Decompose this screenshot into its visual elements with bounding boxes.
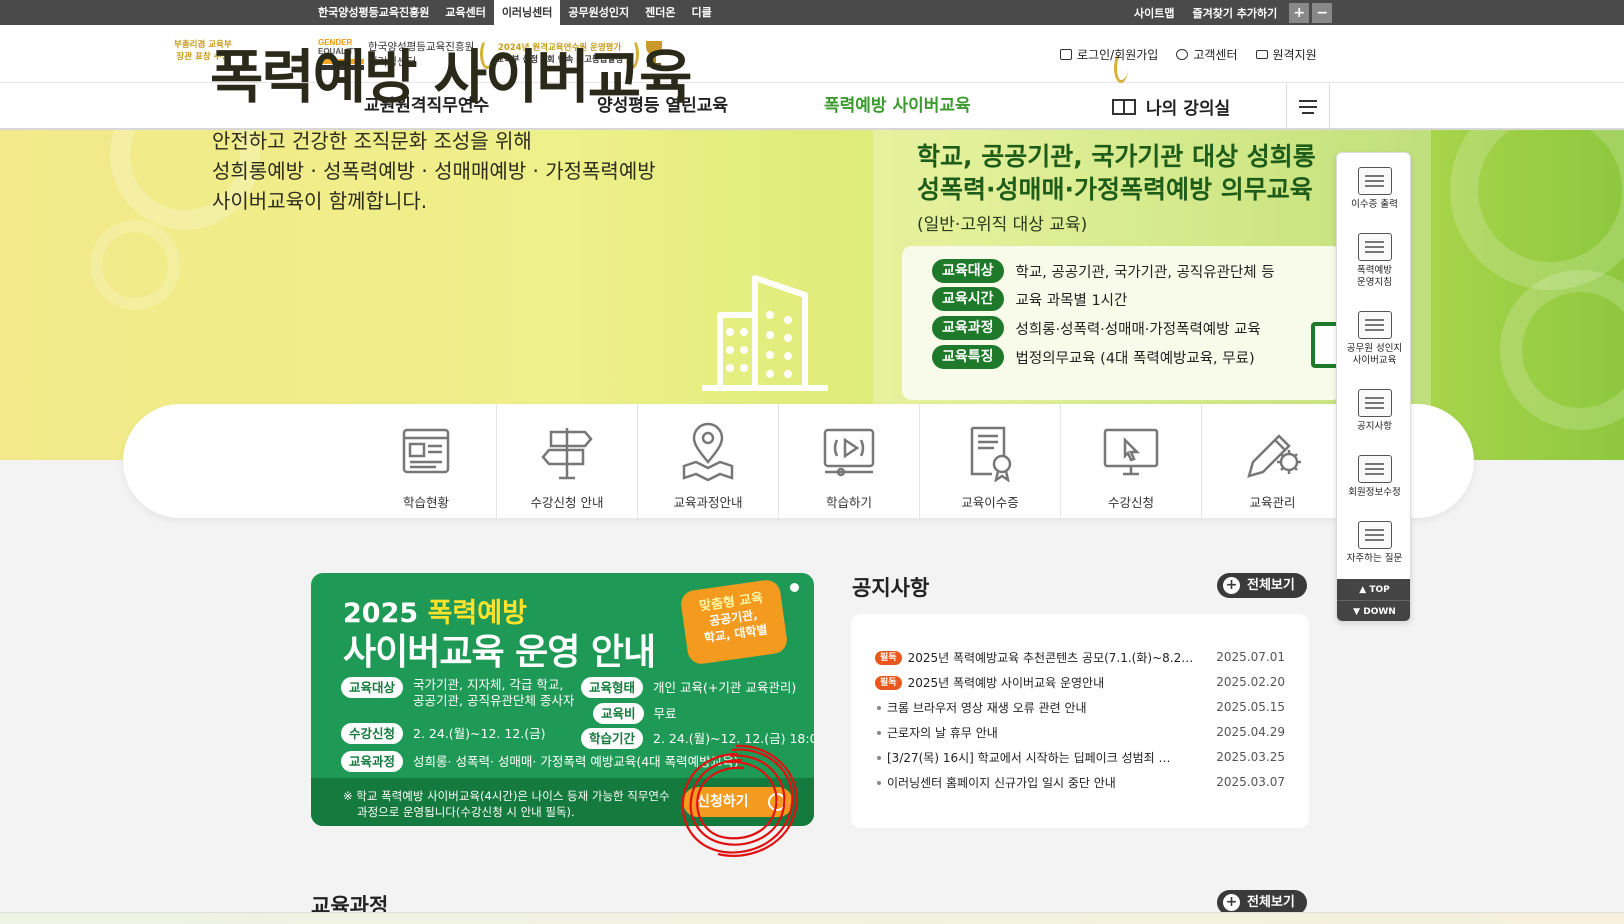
scroll-top-button[interactable]: ▲ TOP	[1337, 579, 1410, 601]
chat-bubble-icon	[1176, 48, 1189, 60]
promo-speech-bubble: 맞춤형 교육 공공기관, 학교, 대학별	[679, 578, 789, 666]
info-row-target: 교육대상 학교, 공공기관, 국가기관, 공직유관단체 등	[932, 259, 1275, 283]
os-taskbar	[0, 912, 1624, 924]
pencil-gear-icon	[1246, 434, 1301, 478]
family-link-elearning[interactable]: 이러닝센터	[493, 0, 561, 25]
utility-right: 사이트맵 즐겨찾기 추가하기 + −	[1125, 0, 1333, 25]
bullet-icon	[877, 705, 881, 710]
newspaper-icon	[402, 428, 450, 474]
promo-row-fee: 교육비 무료	[593, 703, 677, 724]
promo-row-period: 학습기간 2. 24.(월)~12. 12.(금) 18:00	[581, 728, 814, 749]
promo-banner[interactable]: 2025 폭력예방 사이버교육 운영 안내 맞춤형 교육 공공기관, 학교, 대…	[311, 573, 814, 826]
promo-title: 사이버교육 운영 안내	[343, 632, 656, 673]
promo-row-target: 교육대상 국가기관, 지자체, 각급 학교, 공공기관, 공직유관단체 종사자	[341, 677, 574, 709]
must-read-badge: 필독	[875, 650, 902, 665]
map-pin-icon	[682, 422, 734, 482]
notice-monitor-icon	[1357, 389, 1392, 417]
notice-view-all-button[interactable]: + 전체보기	[1217, 573, 1307, 598]
nav-violence-prevention[interactable]: 폭력예방 사이버교육	[824, 83, 971, 130]
monitor-click-icon	[1103, 428, 1159, 476]
promo-note: ※ 학교 폭력예방 사이버교육(4시간)은 나이스 등재 가능한 직무연수 과정…	[343, 789, 670, 819]
notice-row[interactable]: 근로자의 날 휴무 안내 2025.04.29	[875, 720, 1285, 745]
quick-course-guide[interactable]: 교육과정안내	[638, 404, 779, 518]
family-link-kigepe[interactable]: 한국양성평등교육진흥원	[310, 0, 437, 25]
open-book-icon	[1112, 98, 1136, 115]
header-utility-links: 로그인/회원가입 고객센터 원격지원	[1060, 25, 1335, 83]
family-site-links: 한국양성평등교육진흥원 교육센터 이러닝센터 공무원성인지 젠더온 디클	[310, 0, 720, 25]
info-row-time: 교육시간 교육 과목별 1시간	[932, 287, 1127, 311]
hero-subtitle: 안전하고 건강한 조직문화 조성을 위해 성희롱예방 · 성폭력예방 · 성매매…	[212, 129, 656, 213]
zoom-in-button[interactable]: +	[1289, 2, 1310, 23]
promo-row-type: 교육형태 개인 교육(+기관 교육관리)	[581, 677, 796, 698]
add-favorite-link[interactable]: 즐겨찾기 추가하기	[1183, 5, 1286, 21]
notice-row[interactable]: 이러닝센터 홈페이지 신규가입 일시 중단 안내 2025.03.07	[875, 770, 1285, 795]
notice-row[interactable]: 필독 2025년 폭력예방교육 추천콘텐츠 공모(7.1.(화)~8.29.(… 2…	[875, 645, 1285, 670]
quick-edu-management[interactable]: 교육관리	[1202, 404, 1343, 518]
notice-list: 필독 2025년 폭력예방교육 추천콘텐츠 공모(7.1.(화)~8.29.(… 2…	[851, 614, 1309, 828]
bullet-icon	[877, 755, 881, 760]
floating-quick-panel: 이수증 출력 폭력예방 운영지침 공무원 성인지 사이버교육 공지사항 회원정보…	[1336, 152, 1411, 622]
promo-row-course: 교육과정 성희롱· 성폭력· 성매매· 가정폭력 예방교육(4대 폭력예방교육)	[341, 751, 739, 772]
side-faq[interactable]: 자주하는 질문	[1337, 521, 1410, 565]
edit-profile-icon	[1357, 455, 1392, 483]
notice-row[interactable]: [3/27(목) 16시] 학교에서 시작하는 딥페이크 성범죄 예방 - 실……	[875, 745, 1285, 770]
sitemap-link[interactable]: 사이트맵	[1125, 5, 1183, 21]
scroll-down-button[interactable]: ▼ DOWN	[1337, 601, 1410, 621]
quick-start-learning[interactable]: 학습하기	[779, 404, 920, 518]
utility-bar: 한국양성평등교육진흥원 교육센터 이러닝센터 공무원성인지 젠더온 디클 사이트…	[0, 0, 1624, 25]
family-link-genderon[interactable]: 젠더온	[637, 0, 683, 25]
guideline-doc-icon	[1357, 233, 1392, 261]
plus-icon: +	[1223, 577, 1240, 594]
monitor-icon	[1255, 49, 1268, 59]
nav-my-classroom[interactable]: 나의 강의실	[1112, 83, 1230, 130]
quick-enroll-guide[interactable]: 수강신청 안내	[497, 404, 638, 518]
info-row-feature: 교육특징 법정의무교육 (4대 폭력예방교육, 무료)	[932, 345, 1255, 369]
hero-info-box: 교육대상 학교, 공공기관, 국가기관, 공직유관단체 등 교육시간 교육 과목별 …	[902, 246, 1342, 400]
promo-row-apply: 수강신청 2. 24.(월)~12. 12.(금)	[341, 723, 546, 744]
apply-button[interactable]: 신청하기 ›	[683, 787, 793, 817]
bullet-icon	[877, 730, 881, 735]
notice-row[interactable]: 크롬 브라우저 영상 재생 오류 관련 안내 2025.05.15	[875, 695, 1285, 720]
must-read-badge: 필독	[875, 675, 902, 690]
hero-right-subtitle: (일반·고위직 대상 교육)	[917, 215, 1088, 235]
remote-support-link[interactable]: 원격지원	[1255, 46, 1317, 63]
tablet-icon	[1357, 311, 1392, 339]
customer-center-link[interactable]: 고객센터	[1176, 46, 1238, 63]
quick-enroll[interactable]: 수강신청	[1061, 404, 1202, 518]
faq-chat-icon	[1357, 521, 1392, 549]
plus-icon: +	[1223, 894, 1240, 911]
chevron-right-icon: ›	[768, 793, 786, 811]
hero-right-title: 학교, 공공기관, 국가기관 대상 성희롱 성폭력·성매매·가정폭력예방 의무교…	[917, 142, 1316, 204]
certificate-icon	[970, 426, 1012, 483]
notice-row[interactable]: 필독 2025년 폭력예방 사이버교육 운영안내 2025.02.20	[875, 670, 1285, 695]
signpost-icon	[541, 428, 593, 480]
video-play-icon	[823, 428, 875, 477]
quick-certificate[interactable]: 교육이수증	[920, 404, 1061, 518]
info-row-course: 교육과정 성희롱·성폭력·성매매·가정폭력예방 교육	[932, 316, 1261, 340]
bullet-icon	[877, 780, 881, 785]
side-print-certificate[interactable]: 이수증 출력	[1337, 167, 1410, 211]
side-edit-profile[interactable]: 회원정보수정	[1337, 455, 1410, 499]
side-guideline[interactable]: 폭력예방 운영지침	[1337, 233, 1410, 289]
side-gov-gender-edu[interactable]: 공무원 성인지 사이버교육	[1337, 311, 1410, 367]
zoom-out-button[interactable]: −	[1312, 2, 1333, 23]
family-link-edu-center[interactable]: 교육센터	[437, 0, 493, 25]
login-link[interactable]: 로그인/회원가입	[1060, 46, 1158, 63]
scroll-buttons: ▲ TOP ▼ DOWN	[1337, 579, 1410, 621]
login-bag-icon	[1060, 48, 1072, 60]
all-menu-button[interactable]	[1286, 83, 1330, 130]
notice-section-title: 공지사항	[852, 576, 930, 600]
quick-menu-bar: 학습현황 수강신청 안내 교육과정안내 학습하기 교육이수증 수강신청 교육관리	[123, 404, 1474, 518]
family-link-gov-gender[interactable]: 공무원성인지	[560, 0, 637, 25]
promo-dot	[790, 583, 799, 592]
family-link-dicle[interactable]: 디클	[684, 0, 720, 25]
building-icon	[702, 275, 828, 391]
certificate-print-icon	[1357, 167, 1392, 195]
quick-learning-status[interactable]: 학습현황	[356, 404, 497, 518]
side-notice[interactable]: 공지사항	[1337, 389, 1410, 433]
hero-title: 폭력예방 사이버교육	[210, 43, 692, 111]
